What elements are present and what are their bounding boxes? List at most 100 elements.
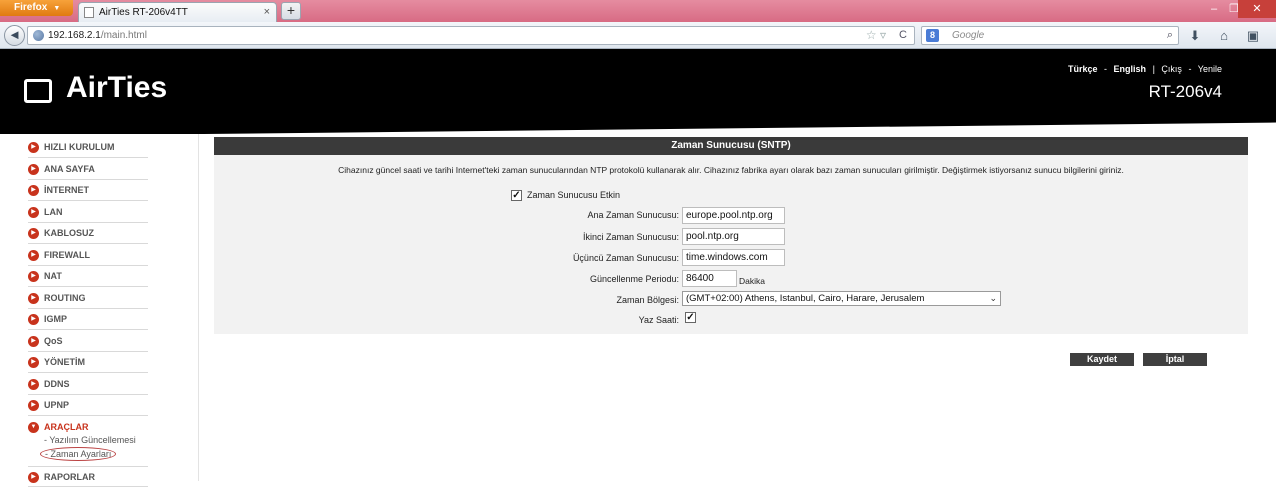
globe-icon	[33, 30, 44, 41]
new-tab-button[interactable]: +	[281, 2, 301, 20]
tertiary-server-input[interactable]: time.windows.com	[682, 249, 785, 266]
header-swoosh	[0, 121, 1276, 134]
arrow-right-icon: ▶	[28, 185, 39, 196]
panel-description: Cihazınız güncel saati ve tarihi Interne…	[338, 165, 1124, 175]
separator: |	[1152, 64, 1155, 74]
ntp-enabled-checkbox[interactable]: ✓	[511, 190, 522, 201]
sidebar-item-label: ARAÇLAR	[44, 422, 89, 432]
sidebar-item-label: YÖNETİM	[44, 357, 86, 367]
update-period-label: Güncellenme Periodu:	[589, 274, 679, 284]
sidebar-item-label: UPNP	[44, 400, 70, 410]
download-icon[interactable]: ⬇	[1186, 27, 1204, 45]
timezone-value: (GMT+02:00) Athens, Istanbul, Cairo, Har…	[686, 293, 925, 304]
reload-icon[interactable]: C	[899, 27, 907, 44]
sidebar-item-yonetim[interactable]: ▶ YÖNETİM	[28, 352, 148, 373]
panel-title: Zaman Sunucusu (SNTP)	[214, 137, 1248, 155]
sidebar-item-raporlar[interactable]: ▶ RAPORLAR	[28, 466, 148, 487]
arrow-right-icon: ▶	[28, 336, 39, 347]
sidebar-item-routing[interactable]: ▶ ROUTING	[28, 288, 148, 309]
sidebar-item-label: FIREWALL	[44, 250, 90, 260]
sidebar-item-label: KABLOSUZ	[44, 228, 94, 238]
timezone-label: Zaman Bölgesi:	[616, 295, 679, 305]
home-icon[interactable]: ⌂	[1215, 27, 1233, 45]
arrow-right-icon: ▶	[28, 357, 39, 368]
chevron-down-icon: ▼	[53, 5, 61, 12]
search-icon[interactable]: ⌕	[1167, 27, 1173, 44]
addon-menu-icon[interactable]: ▣	[1244, 27, 1262, 45]
airties-logo: AirTies	[66, 71, 168, 104]
arrow-right-icon: ▶	[28, 164, 39, 175]
separator: -	[1188, 64, 1192, 74]
arrow-right-icon: ▶	[28, 271, 39, 282]
arrow-right-icon: ▶	[28, 472, 39, 483]
sidebar-item-label: İNTERNET	[44, 185, 89, 195]
secondary-server-input[interactable]: pool.ntp.org	[682, 228, 785, 245]
lang-english-link[interactable]: English	[1114, 64, 1147, 74]
submenu-yazilim-guncellemesi[interactable]: - Yazılım Güncellemesi	[44, 435, 136, 445]
sidebar-item-label: ANA SAYFA	[44, 164, 95, 174]
chevron-down-icon: ⌄	[989, 293, 997, 303]
navigation-toolbar: ◄ 192.168.2.1/main.html ☆ ▿ C 8 Google ⌕…	[0, 22, 1276, 49]
arrow-right-icon: ▶	[28, 293, 39, 304]
sidebar-item-label: DDNS	[44, 379, 70, 389]
url-path: /main.html	[100, 30, 147, 41]
firefox-menu-button[interactable]: Firefox ▼	[0, 0, 73, 16]
arrow-right-icon: ▶	[28, 207, 39, 218]
url-host: 192.168.2.1	[48, 30, 101, 41]
address-bar[interactable]: 192.168.2.1/main.html ☆ ▿ C	[27, 26, 915, 45]
search-engine-icon[interactable]: 8	[926, 29, 939, 42]
arrow-right-icon: ▶	[28, 400, 39, 411]
submenu-zaman-ayarlari[interactable]: - Zaman Ayarları	[40, 447, 117, 461]
search-bar[interactable]: 8 Google ⌕	[921, 26, 1179, 45]
device-model: RT-206v4	[1148, 82, 1222, 101]
sidebar-item-upnp[interactable]: ▶ UPNP	[28, 395, 148, 416]
arrow-down-icon: ▼	[28, 422, 39, 433]
close-tab-icon[interactable]: ×	[264, 3, 270, 22]
back-button[interactable]: ◄	[4, 25, 25, 46]
sidebar-item-label: LAN	[44, 207, 63, 217]
sidebar-item-igmp[interactable]: ▶ IGMP	[28, 309, 148, 330]
sidebar-item-ddns[interactable]: ▶ DDNS	[28, 374, 148, 395]
sidebar-item-label: HIZLI KURULUM	[44, 142, 115, 152]
tab-title: AirTies RT-206v4TT	[99, 7, 188, 18]
sidebar-item-label: IGMP	[44, 314, 68, 324]
refresh-link[interactable]: Yenile	[1198, 64, 1222, 74]
update-period-unit: Dakika	[739, 276, 765, 286]
update-period-input[interactable]: 86400	[682, 270, 737, 287]
arrow-right-icon: ▶	[28, 250, 39, 261]
close-window-icon[interactable]: ✕	[1238, 0, 1276, 18]
sidebar-item-lan[interactable]: ▶ LAN	[28, 202, 148, 223]
arrow-right-icon: ▶	[28, 314, 39, 325]
save-button[interactable]: Kaydet	[1070, 353, 1134, 366]
tertiary-server-label: Üçüncü Zaman Sunucusu:	[572, 253, 679, 263]
cancel-button[interactable]: İptal	[1143, 353, 1207, 366]
primary-server-input[interactable]: europe.pool.ntp.org	[682, 207, 785, 224]
header-links: Türkçe - English | Çıkış - Yenile	[1068, 64, 1222, 74]
browser-titlebar: Firefox ▼ AirTies RT-206v4TT × + – ❐ ✕	[0, 0, 1276, 22]
ntp-enabled-label: Zaman Sunucusu Etkin	[527, 190, 621, 200]
bookmark-star-icon[interactable]: ☆ ▿	[866, 27, 886, 44]
sidebar-item-hizli-kurulum[interactable]: ▶ HIZLI KURULUM	[28, 137, 148, 158]
dst-label: Yaz Saati:	[638, 315, 679, 325]
sidebar-item-internet[interactable]: ▶ İNTERNET	[28, 180, 148, 201]
sidebar-item-label: QoS	[44, 336, 63, 346]
sntp-panel: Zaman Sunucusu (SNTP) Cihazınız güncel s…	[214, 137, 1248, 334]
airties-logo-icon	[24, 79, 52, 103]
secondary-server-label: İkinci Zaman Sunucusu:	[582, 232, 679, 242]
browser-tab[interactable]: AirTies RT-206v4TT ×	[78, 2, 277, 22]
lang-turkish-link[interactable]: Türkçe	[1068, 64, 1098, 74]
timezone-select[interactable]: (GMT+02:00) Athens, Istanbul, Cairo, Har…	[682, 291, 1001, 306]
arrow-right-icon: ▶	[28, 379, 39, 390]
sidebar-item-label: NAT	[44, 271, 62, 281]
dst-checkbox[interactable]: ✓	[685, 312, 696, 323]
sidebar-item-qos[interactable]: ▶ QoS	[28, 331, 148, 352]
sidebar-item-ana-sayfa[interactable]: ▶ ANA SAYFA	[28, 159, 148, 180]
sidebar-item-nat[interactable]: ▶ NAT	[28, 266, 148, 287]
sidebar-item-firewall[interactable]: ▶ FIREWALL	[28, 245, 148, 266]
sidebar-item-label: ROUTING	[44, 293, 86, 303]
sidebar-item-kablosuz[interactable]: ▶ KABLOSUZ	[28, 223, 148, 244]
logout-link[interactable]: Çıkış	[1161, 64, 1182, 74]
header-background	[0, 49, 1276, 121]
separator: -	[1104, 64, 1108, 74]
sidebar: ▶ HIZLI KURULUM ▶ ANA SAYFA ▶ İNTERNET ▶ LAN…	[0, 134, 199, 487]
